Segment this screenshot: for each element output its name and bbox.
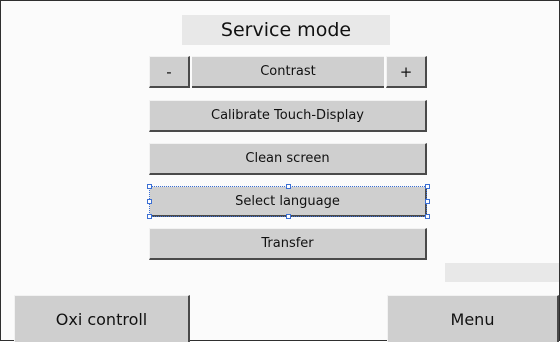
status-bar <box>445 263 559 282</box>
selection-handle-bottom-right[interactable] <box>425 214 430 219</box>
clean-screen-button[interactable]: Clean screen <box>149 143 427 175</box>
selection-handle-bottom-left[interactable] <box>147 214 152 219</box>
contrast-label: Contrast <box>192 56 384 88</box>
oxi-controll-button[interactable]: Oxi controll <box>14 295 190 342</box>
selection-handle-middle-left[interactable] <box>147 199 152 204</box>
transfer-button[interactable]: Transfer <box>149 228 427 260</box>
selection-handle-top-left[interactable] <box>147 184 152 189</box>
contrast-decrease-button[interactable]: - <box>149 56 190 88</box>
select-language-button[interactable]: Select language <box>149 186 427 217</box>
selection-handle-top-right[interactable] <box>425 184 430 189</box>
calibrate-touch-display-button[interactable]: Calibrate Touch-Display <box>149 100 427 132</box>
selection-handle-bottom-center[interactable] <box>286 214 291 219</box>
page-title: Service mode <box>182 15 390 45</box>
selection-handle-top-center[interactable] <box>286 184 291 189</box>
menu-button[interactable]: Menu <box>387 295 559 342</box>
contrast-increase-button[interactable]: + <box>386 56 427 88</box>
selection-handle-middle-right[interactable] <box>425 199 430 204</box>
service-mode-panel: Service mode - Contrast + Calibrate Touc… <box>0 0 560 342</box>
